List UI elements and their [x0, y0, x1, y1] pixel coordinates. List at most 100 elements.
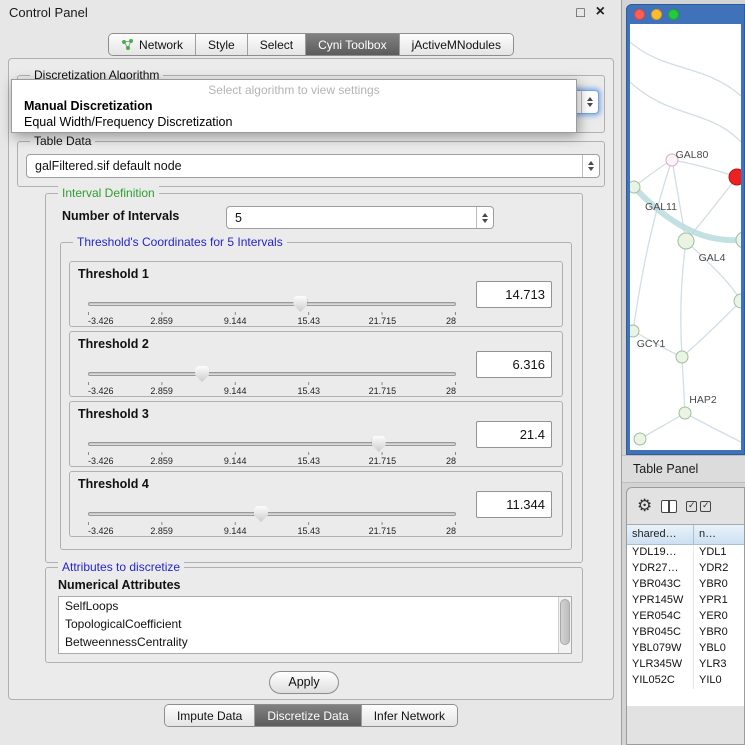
table-panel-window: ⚙ ✓ ✓ shared… n… YDL19…YDL1 YDR27…YDR2 Y…: [626, 487, 745, 745]
table-cell[interactable]: YDR2: [694, 561, 745, 577]
dropdown-option-equal-width[interactable]: Equal Width/Frequency Discretization: [24, 115, 232, 129]
network-node[interactable]: [676, 351, 688, 363]
tab-label: Style: [208, 38, 235, 52]
number-of-intervals-combo[interactable]: 5: [226, 206, 494, 229]
tab-jactivemnodules[interactable]: jActiveMNodules: [399, 34, 513, 55]
network-node[interactable]: [679, 407, 691, 419]
table-row[interactable]: YIL052CYIL0: [627, 673, 745, 689]
table-row[interactable]: YBL079WYBL0: [627, 641, 745, 657]
slider-thumb[interactable]: [195, 366, 209, 382]
table-row[interactable]: YPR145WYPR1: [627, 593, 745, 609]
slider-track[interactable]: [88, 442, 456, 446]
network-node-selected-red[interactable]: [729, 169, 741, 185]
threshold-slider[interactable]: [88, 366, 456, 382]
dropdown-option-manual-discretization[interactable]: Manual Discretization: [24, 99, 153, 113]
threshold-value-field[interactable]: 14.713: [476, 281, 552, 308]
table-row[interactable]: YDL19…YDL1: [627, 545, 745, 561]
select-columns-icons: ✓ ✓: [686, 501, 711, 512]
checkbox-icon[interactable]: ✓: [700, 501, 711, 512]
network-node[interactable]: [630, 181, 640, 193]
table-row[interactable]: YER054CYER0: [627, 609, 745, 625]
network-node[interactable]: [678, 233, 694, 249]
threshold-value-field[interactable]: 11.344: [476, 491, 552, 518]
tab-network[interactable]: Network: [109, 34, 195, 55]
columns-icon[interactable]: [661, 500, 677, 513]
column-header-name[interactable]: n…: [694, 525, 745, 545]
tick-label: 28: [446, 456, 456, 466]
slider-track[interactable]: [88, 512, 456, 516]
table-row[interactable]: YBR043CYBR0: [627, 577, 745, 593]
tick-label: 21.715: [369, 526, 397, 536]
table-cell[interactable]: YBR0: [694, 577, 745, 593]
table-cell[interactable]: YBR045C: [627, 625, 694, 641]
network-icon: [121, 38, 134, 51]
list-item[interactable]: SelfLoops: [59, 597, 571, 615]
list-item[interactable]: TopologicalCoefficient: [59, 615, 571, 633]
apply-button[interactable]: Apply: [269, 671, 339, 694]
table-cell[interactable]: YER054C: [627, 609, 694, 625]
table-row[interactable]: YBR045CYBR0: [627, 625, 745, 641]
close-window-icon[interactable]: ×: [596, 3, 605, 21]
checkbox-icon[interactable]: ✓: [686, 501, 697, 512]
tick-label: 2.859: [150, 386, 173, 396]
tick-label: 9.144: [224, 316, 247, 326]
table-cell[interactable]: YPR145W: [627, 593, 694, 609]
threshold-slider[interactable]: [88, 506, 456, 522]
table-data-combo[interactable]: galFiltered.sif default node: [26, 154, 600, 178]
table-cell[interactable]: YIL052C: [627, 673, 694, 689]
threshold-3-box: Threshold 3 -3.4262.8599.14415.4321.7152…: [69, 401, 563, 467]
float-window-icon[interactable]: □: [576, 3, 584, 21]
minimize-traffic-light-icon[interactable]: [651, 9, 662, 20]
table-cell[interactable]: YIL0: [694, 673, 745, 689]
tab-style[interactable]: Style: [195, 34, 247, 55]
table-cell[interactable]: YDL1: [694, 545, 745, 561]
tab-discretize-data[interactable]: Discretize Data: [254, 705, 360, 726]
network-node[interactable]: [630, 325, 639, 337]
zoom-traffic-light-icon[interactable]: [668, 9, 679, 20]
tick-label: 28: [446, 386, 456, 396]
table-cell[interactable]: YBL0: [694, 641, 745, 657]
slider-thumb[interactable]: [293, 296, 307, 312]
threshold-value-field[interactable]: 21.4: [476, 421, 552, 448]
table-cell[interactable]: YDR27…: [627, 561, 694, 577]
table-cell[interactable]: YBL079W: [627, 641, 694, 657]
tab-cyni-toolbox[interactable]: Cyni Toolbox: [305, 34, 398, 55]
tick-labels: -3.4262.8599.14415.4321.71528: [88, 316, 456, 326]
tab-label: Infer Network: [374, 709, 445, 723]
table-cell[interactable]: YER0: [694, 609, 745, 625]
threshold-value-field[interactable]: 6.316: [476, 351, 552, 378]
tab-infer-network[interactable]: Infer Network: [361, 705, 457, 726]
table-cell[interactable]: YBR0: [694, 625, 745, 641]
close-traffic-light-icon[interactable]: [634, 9, 645, 20]
scrollbar-thumb[interactable]: [560, 599, 570, 645]
table-cell[interactable]: YLR345W: [627, 657, 694, 673]
slider-track[interactable]: [88, 372, 456, 376]
table-cell[interactable]: YBR043C: [627, 577, 694, 593]
tab-impute-data[interactable]: Impute Data: [165, 705, 254, 726]
network-graph: GAL80 GAL11 GAL4 GCY1 HAP2: [630, 24, 741, 450]
threshold-slider[interactable]: [88, 436, 456, 452]
spinner-down-icon: [482, 219, 488, 223]
threshold-slider[interactable]: [88, 296, 456, 312]
slider-track[interactable]: [88, 302, 456, 306]
table-cell[interactable]: YLR3: [694, 657, 745, 673]
top-tab-segment: Network Style Select Cyni Toolbox jActiv…: [108, 33, 514, 56]
settings-gear-icon[interactable]: ⚙: [637, 496, 652, 516]
table-row[interactable]: YDR27…YDR2: [627, 561, 745, 577]
tick-label: 28: [446, 526, 456, 536]
table-cell[interactable]: YPR1: [694, 593, 745, 609]
list-item[interactable]: BetweennessCentrality: [59, 633, 571, 651]
table-cell[interactable]: YDL19…: [627, 545, 694, 561]
tick-marks: [88, 522, 456, 525]
network-node[interactable]: [634, 433, 646, 445]
table-row[interactable]: YLR345WYLR3: [627, 657, 745, 673]
slider-thumb[interactable]: [372, 436, 386, 452]
network-canvas[interactable]: GAL80 GAL11 GAL4 GCY1 HAP2: [630, 24, 741, 450]
column-header-shared-name[interactable]: shared…: [627, 525, 694, 545]
tab-select[interactable]: Select: [247, 34, 305, 55]
thick-network-edge[interactable]: [634, 187, 741, 240]
network-node[interactable]: [736, 232, 741, 248]
slider-thumb[interactable]: [254, 506, 268, 522]
network-node[interactable]: [734, 294, 741, 308]
list-scrollbar[interactable]: [558, 597, 571, 653]
